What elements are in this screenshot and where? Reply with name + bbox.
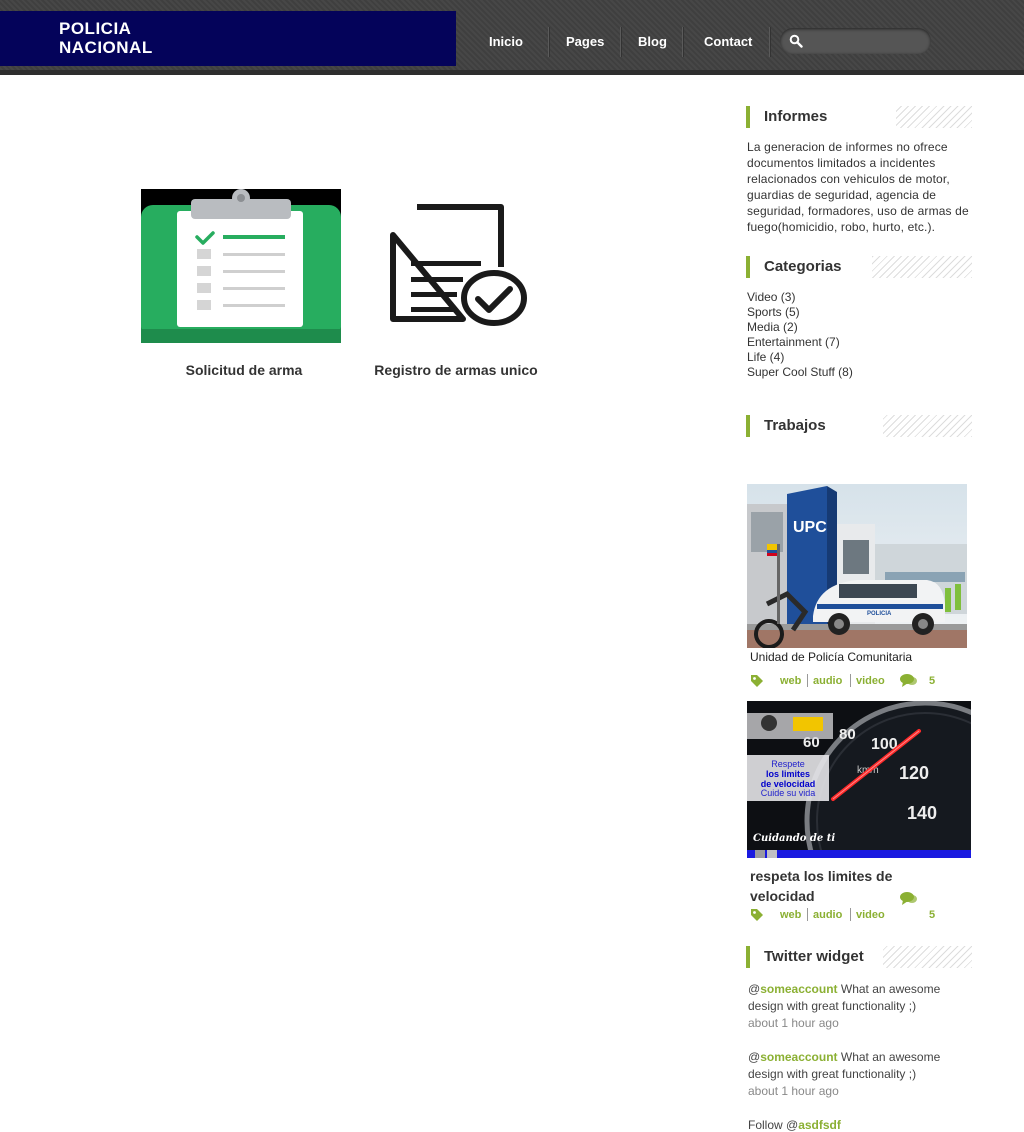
card-title-registro[interactable]: Registro de armas unico xyxy=(363,362,549,378)
tweet-item: @someaccount What an awesome design with… xyxy=(748,981,973,1032)
image-footer-text: Cuidando de ti xyxy=(753,833,835,844)
post-title-upc[interactable]: Unidad de Policía Comunitaria xyxy=(750,650,912,664)
tag-icon xyxy=(751,675,763,687)
nav-divider xyxy=(548,27,549,57)
twitter-follow: Follow @asdfsdf xyxy=(748,1117,973,1132)
gauge-number: 140 xyxy=(907,803,937,823)
nav-contact[interactable]: Contact xyxy=(704,27,752,57)
post-image-upc[interactable]: UPC POLICIA xyxy=(747,484,967,648)
tag-link-web[interactable]: web xyxy=(780,909,801,921)
title-hatch xyxy=(883,415,972,437)
upc-sign-text: UPC xyxy=(793,519,827,536)
tag-link-web[interactable]: web xyxy=(780,675,801,687)
tag-divider xyxy=(807,674,808,687)
search-input[interactable] xyxy=(810,31,922,51)
comment-count[interactable]: 5 xyxy=(929,909,935,921)
nav-divider xyxy=(769,27,770,57)
category-list: Video (3) Sports (5) Media (2) Entertain… xyxy=(747,290,853,380)
widget-title-twitter: Twitter widget xyxy=(746,946,864,968)
tag-icon xyxy=(751,909,763,921)
comment-icon[interactable] xyxy=(900,891,918,905)
category-link[interactable]: Media (2) xyxy=(747,320,853,335)
nav-inicio[interactable]: Inicio xyxy=(489,27,523,57)
logo-line2: NACIONAL xyxy=(59,38,153,57)
tag-link-video[interactable]: video xyxy=(856,675,885,687)
category-link[interactable]: Super Cool Stuff (8) xyxy=(747,365,853,380)
clipboard-image[interactable] xyxy=(141,189,341,343)
gauge-number: 80 xyxy=(839,726,856,743)
logo-line1: POLICIA xyxy=(59,19,132,38)
widget-title-trabajos: Trabajos xyxy=(746,415,826,437)
tweet-at: @ xyxy=(748,1050,761,1064)
tag-link-audio[interactable]: audio xyxy=(813,909,842,921)
header-shadow xyxy=(0,70,1024,75)
tag-divider xyxy=(850,908,851,921)
gauge-number: 120 xyxy=(899,763,929,783)
informes-text: La generacion de informes no ofrece docu… xyxy=(747,140,969,234)
category-link[interactable]: Entertainment (7) xyxy=(747,335,853,350)
post-meta-velocidad: web audio video 5 xyxy=(750,892,970,923)
search-box xyxy=(780,28,931,54)
document-check-icon xyxy=(390,204,527,326)
document-check-image[interactable] xyxy=(365,189,547,343)
category-link[interactable]: Life (4) xyxy=(747,350,853,365)
tweet-account-link[interactable]: someaccount xyxy=(760,982,837,996)
tweet-at: @ xyxy=(748,982,761,996)
tweet-account-link[interactable]: someaccount xyxy=(760,1050,837,1064)
comment-icon[interactable] xyxy=(900,673,918,687)
category-link[interactable]: Video (3) xyxy=(747,290,853,305)
follow-label: Follow @ xyxy=(748,1118,799,1132)
card-title-solicitud[interactable]: Solicitud de arma xyxy=(141,362,347,378)
tweet-time: about 1 hour ago xyxy=(748,1084,839,1098)
post-meta-upc: web audio video 5 xyxy=(750,673,970,689)
post-title-velocidad[interactable]: respeta los limites de velocidad xyxy=(750,866,920,906)
tag-divider xyxy=(850,674,851,687)
post-image-velocidad[interactable]: 60 80 100 120 140 km/h Respete los limit… xyxy=(747,701,971,858)
follow-account-link[interactable]: asdfsdf xyxy=(798,1118,841,1132)
search-icon[interactable] xyxy=(789,34,803,48)
car-label: POLICIA xyxy=(867,611,892,617)
widget-title-informes: Informes xyxy=(746,106,827,128)
nav-blog[interactable]: Blog xyxy=(638,27,667,57)
category-link[interactable]: Sports (5) xyxy=(747,305,853,320)
clipboard-icon xyxy=(141,189,341,343)
tweet-item: @someaccount What an awesome design with… xyxy=(748,1049,973,1100)
image-text: Cuide su vida xyxy=(761,788,816,798)
image-text: Respete xyxy=(771,759,805,769)
nav-pages[interactable]: Pages xyxy=(566,27,604,57)
tag-link-audio[interactable]: audio xyxy=(813,675,842,687)
logo-text: POLICIA NACIONAL xyxy=(59,19,153,57)
police-station-photo: UPC POLICIA xyxy=(747,484,967,648)
logo[interactable]: POLICIA NACIONAL xyxy=(0,11,456,66)
title-hatch xyxy=(896,106,972,128)
title-hatch xyxy=(883,946,972,968)
widget-title-categorias: Categorias xyxy=(746,256,842,278)
nav-divider xyxy=(682,27,683,57)
speedometer-photo: 60 80 100 120 140 km/h Respete los limit… xyxy=(747,701,971,858)
image-text: los limites xyxy=(766,769,810,779)
tag-divider xyxy=(807,908,808,921)
comment-count[interactable]: 5 xyxy=(929,675,935,687)
nav-divider xyxy=(620,27,621,57)
tweet-time: about 1 hour ago xyxy=(748,1016,839,1030)
tag-link-video[interactable]: video xyxy=(856,909,885,921)
title-hatch xyxy=(872,256,972,278)
